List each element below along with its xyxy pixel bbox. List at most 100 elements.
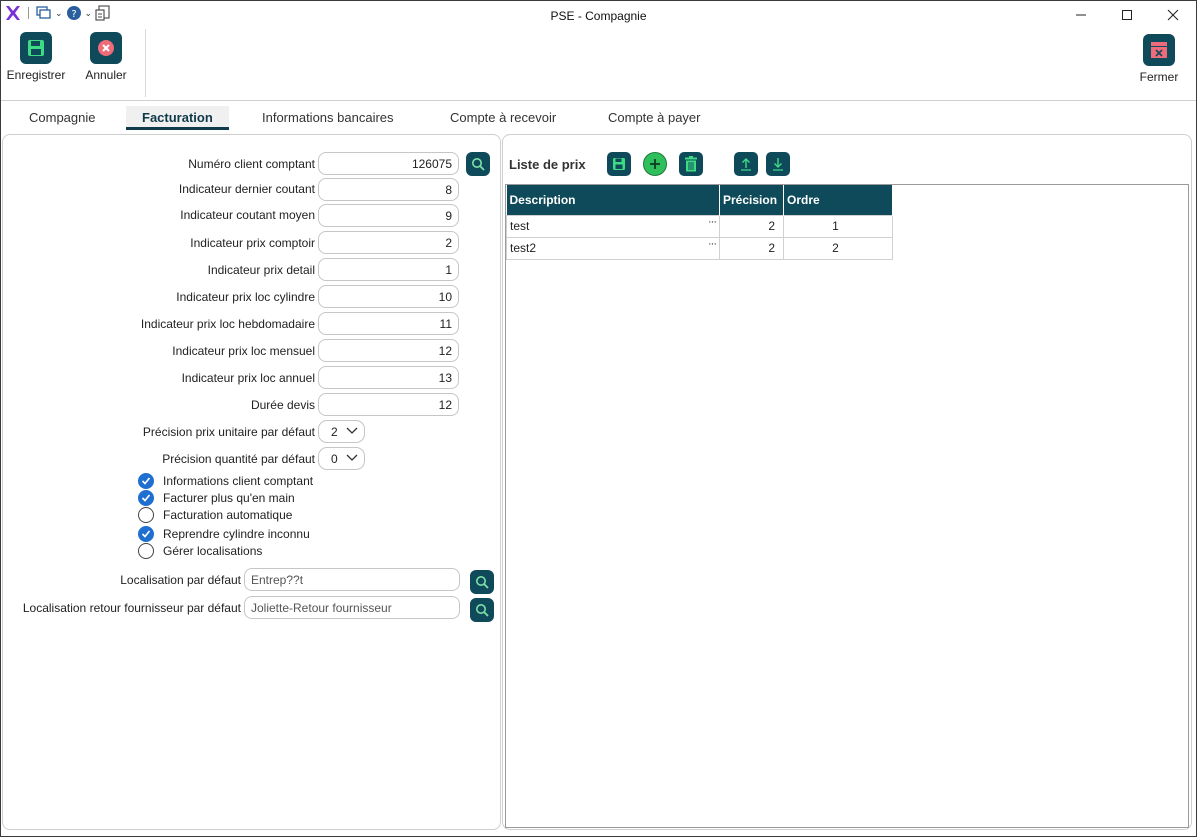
price-list-save-button[interactable] [607,152,631,176]
close-form-icon [1143,34,1175,66]
precision-cell[interactable]: 2 [719,236,784,260]
field-row: Indicateur dernier coutant [1,177,315,201]
field-row: Indicateur prix detail [1,258,315,282]
field-row: Localisation retour fournisseur par défa… [1,596,241,620]
field-label: Durée devis [250,398,315,412]
minimize-button[interactable] [1058,1,1104,29]
column-header-description[interactable]: Description [506,185,720,215]
last-cost-indicator-input[interactable]: 8 [318,178,459,201]
checkbox-unchecked-icon [138,543,154,559]
field-row: Précision prix unitaire par défaut [1,420,315,444]
field-label: Localisation par défaut [120,573,241,587]
cash-client-search-button[interactable] [466,152,490,176]
description-cell[interactable]: test ··· [506,214,720,238]
field-label: Indicateur coutant moyen [180,208,315,222]
field-label: Précision quantité par défaut [162,452,315,466]
field-row: Indicateur coutant moyen [1,203,315,227]
close-icon [1167,9,1179,21]
detail-price-indicator-input[interactable]: 1 [318,258,459,281]
price-list-delete-button[interactable] [679,152,703,176]
search-icon [472,158,485,171]
column-header-precision[interactable]: Précision [719,185,784,215]
select-value: 0 [331,452,338,466]
price-list-add-button[interactable] [643,152,667,176]
field-label: Localisation retour fournisseur par défa… [22,601,241,615]
precision-cell[interactable]: 2 [719,214,784,238]
search-icon [476,576,489,589]
checkbox-label: Facturation automatique [163,508,293,522]
maximize-icon [1122,10,1132,20]
field-label: Indicateur prix loc annuel [181,371,315,385]
annual-rental-price-indicator-input[interactable]: 13 [318,366,459,389]
close-window-button[interactable] [1150,1,1196,29]
ribbon-toolbar: Enregistrer Annuler Fermer [1,29,1196,101]
price-list-title: Liste de prix [509,157,586,172]
tab-informations-bancaires[interactable]: Informations bancaires [262,110,394,125]
weekly-rental-price-indicator-input[interactable]: 11 [318,312,459,335]
table-row[interactable]: test ··· 2 1 [506,214,893,238]
description-cell[interactable]: test2 ··· [506,236,720,260]
field-row: Indicateur prix loc annuel [1,366,315,390]
checkbox-label: Reprendre cylindre inconnu [163,527,310,541]
field-row: Numéro client comptant [1,152,315,176]
average-cost-indicator-input[interactable]: 9 [318,204,459,227]
field-row: Précision quantité par défaut [1,447,315,471]
active-tab-indicator [126,127,229,130]
tab-facturation[interactable]: Facturation [142,110,213,125]
minimize-icon [1076,14,1086,16]
cylinder-rental-price-indicator-input[interactable]: 10 [318,285,459,308]
maximize-button[interactable] [1104,1,1150,29]
checkbox-label: Informations client comptant [163,474,314,488]
arrow-down-icon [773,158,783,171]
quantity-precision-select[interactable]: 0 [318,447,365,470]
monthly-rental-price-indicator-input[interactable]: 12 [318,339,459,362]
unit-price-precision-select[interactable]: 2 [318,420,365,443]
counter-price-indicator-input[interactable]: 2 [318,231,459,254]
ellipsis-button[interactable]: ··· [708,216,717,228]
tab-compte-a-recevoir[interactable]: Compte à recevoir [450,110,556,125]
field-row: Indicateur prix loc mensuel [1,339,315,363]
field-label: Précision prix unitaire par défaut [142,425,315,439]
supplier-return-location-input[interactable]: Joliette-Retour fournisseur [244,596,460,619]
order-cell[interactable]: 2 [783,236,893,260]
field-label: Numéro client comptant [188,157,315,171]
field-label: Indicateur dernier coutant [178,182,315,196]
chevron-down-icon [346,454,358,461]
checkbox-checked-icon [138,526,154,542]
checkbox-bill-more-than-on-hand[interactable]: Facturer plus qu'en main [138,489,295,507]
field-row: Durée devis [1,393,315,417]
checkbox-unchecked-icon [138,507,154,523]
description-text: test [510,219,530,233]
default-location-search-button[interactable] [470,570,494,594]
save-icon [613,158,625,170]
cancel-button[interactable]: Annuler [71,32,141,82]
add-icon [650,159,660,169]
cash-client-number-input[interactable]: 126075 [318,152,459,175]
checkbox-checked-icon [138,490,154,506]
checkbox-label: Facturer plus qu'en main [163,491,295,505]
tab-compte-a-payer[interactable]: Compte à payer [608,110,701,125]
order-cell[interactable]: 1 [783,214,893,238]
tab-compagnie[interactable]: Compagnie [29,110,96,125]
window-title: PSE - Compagnie [550,9,647,23]
table-header-row: Description Précision Ordre [506,185,893,215]
checkbox-cash-client-info[interactable]: Informations client comptant [138,472,313,490]
table-row[interactable]: test2 ··· 2 2 [506,236,893,260]
checkbox-manage-locations[interactable]: Gérer localisations [138,542,262,560]
field-label: Indicateur prix loc mensuel [172,344,315,358]
search-icon [476,604,489,617]
price-list-move-down-button[interactable] [766,152,790,176]
checkbox-take-unknown-cylinder[interactable]: Reprendre cylindre inconnu [138,525,310,543]
ellipsis-button[interactable]: ··· [708,238,717,250]
checkbox-auto-billing[interactable]: Facturation automatique [138,506,292,524]
column-header-order[interactable]: Ordre [783,185,893,215]
supplier-return-location-search-button[interactable] [470,598,494,622]
save-button[interactable]: Enregistrer [1,32,71,82]
price-list-move-up-button[interactable] [734,152,758,176]
cancel-label: Annuler [85,68,127,82]
select-value: 2 [331,425,338,439]
save-icon [20,32,52,64]
close-form-button[interactable]: Fermer [1124,34,1194,84]
quote-duration-input[interactable]: 12 [318,393,459,416]
default-location-input[interactable]: Entrep??t [244,568,460,591]
